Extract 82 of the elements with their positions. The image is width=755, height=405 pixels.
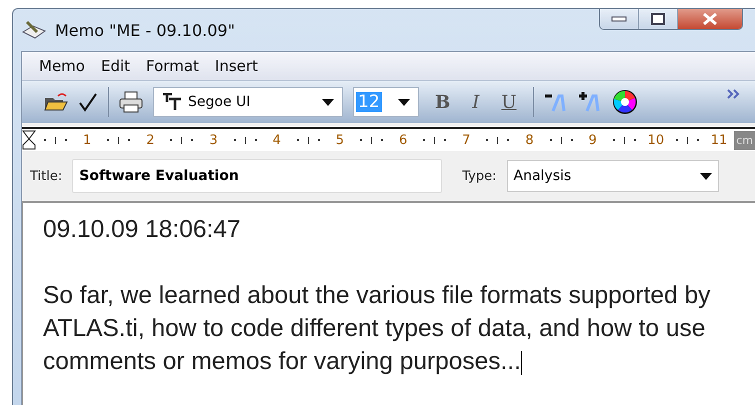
ruler-number: 9 [588, 132, 598, 148]
ruler-number: 6 [398, 132, 408, 148]
ruler-number: 11 [710, 132, 728, 148]
font-dropdown[interactable]: Segoe UI [153, 87, 343, 117]
ruler-tick [296, 139, 299, 141]
print-icon[interactable] [119, 91, 143, 113]
ruler-tick [560, 136, 562, 144]
ruler-tick [486, 139, 488, 141]
minimize-button[interactable] [600, 9, 639, 29]
overflow-chevron-icon[interactable] [727, 89, 741, 99]
italic-button[interactable]: I [466, 92, 486, 112]
ruler-number: 8 [524, 132, 535, 148]
menu-item[interactable]: Memo [32, 55, 92, 77]
dropdown-arrow-icon[interactable] [700, 172, 712, 180]
increase-font-icon[interactable] [578, 92, 602, 112]
ruler-tick [676, 139, 678, 141]
ruler-number: 4 [272, 132, 282, 148]
dropdown-arrow-icon[interactable] [322, 98, 334, 106]
close-icon [702, 13, 718, 25]
maximize-button[interactable] [639, 9, 678, 29]
ruler-tick [434, 136, 436, 144]
ruler-tick [612, 139, 615, 141]
memo-text-line: So far, we learned about the various file formats supported by [43, 281, 710, 311]
ruler-tick [118, 136, 120, 144]
ruler-tick [65, 139, 68, 141]
title-label: Title: [30, 168, 62, 184]
menu-item[interactable]: Insert [208, 55, 265, 77]
ruler-number: 5 [334, 132, 346, 148]
maximize-icon [651, 13, 665, 25]
ruler-tick [370, 136, 372, 144]
ruler-tick [107, 139, 110, 141]
ruler-tick [234, 139, 236, 141]
ruler-tick [570, 139, 573, 141]
ruler-number: 7 [461, 132, 472, 148]
memo-text-line: ATLAS.ti, how to code different types of data, and how to use [43, 314, 706, 344]
ruler-tick [696, 139, 699, 141]
ruler-tick [507, 139, 510, 141]
memo-text-line: comments or memos for varying purposes... [43, 347, 522, 377]
indent-marker-icon[interactable] [22, 130, 36, 150]
memo-text-area[interactable]: 09.10.09 18:06:47 So far, we learned about the various file formats supported by ATLAS.ti, how to code different types of data, and how to use comments or memos for varying purposes... [22, 203, 755, 405]
title-field[interactable]: Software Evaluation [72, 159, 442, 193]
type-dropdown[interactable]: Analysis [506, 160, 718, 192]
checkmark-icon[interactable] [78, 92, 98, 112]
font-type-icon [162, 93, 182, 111]
ruler-tick [497, 136, 498, 144]
type-label: Type: [462, 168, 496, 184]
color-wheel-icon[interactable] [612, 89, 638, 115]
underline-button[interactable]: U [495, 92, 523, 112]
ruler-tick [44, 139, 46, 141]
ruler-tick [550, 139, 552, 141]
ruler-tick [181, 136, 182, 144]
ruler-tick [254, 139, 257, 141]
bold-button[interactable]: B [429, 92, 456, 112]
ruler-tick [128, 139, 130, 141]
ruler-tick [244, 136, 246, 144]
close-button[interactable] [678, 9, 742, 29]
window-title: Memo "ME - 09.10.09" [55, 20, 235, 40]
ruler-tick [170, 139, 172, 141]
open-folder-icon[interactable] [44, 92, 68, 112]
ruler-tick [423, 139, 426, 141]
ruler-number: 3 [208, 132, 219, 148]
menu-item[interactable]: Edit [94, 55, 138, 77]
memo-pad-icon [21, 20, 47, 40]
ruler-tick [624, 136, 625, 144]
menu-item[interactable]: Format [139, 55, 206, 77]
ruler-number: 1 [82, 132, 92, 148]
ruler-tick [686, 136, 688, 144]
ruler-tick [191, 139, 194, 141]
ruler-tick [308, 136, 309, 144]
memo-timestamp: 09.10.09 18:06:47 [43, 215, 241, 245]
ruler-tick [381, 139, 384, 141]
ruler-number: 10 [646, 132, 666, 148]
ruler-number: 2 [145, 132, 156, 148]
ruler-tick [318, 139, 320, 141]
decrease-font-icon[interactable] [544, 92, 568, 112]
dropdown-arrow-icon[interactable] [398, 98, 410, 106]
minimize-icon [611, 16, 627, 22]
ruler-unit: cm [734, 130, 755, 150]
ruler-tick [55, 136, 56, 144]
ruler-tick [360, 139, 362, 141]
ruler-tick [444, 139, 446, 141]
ruler-tick [634, 139, 636, 141]
